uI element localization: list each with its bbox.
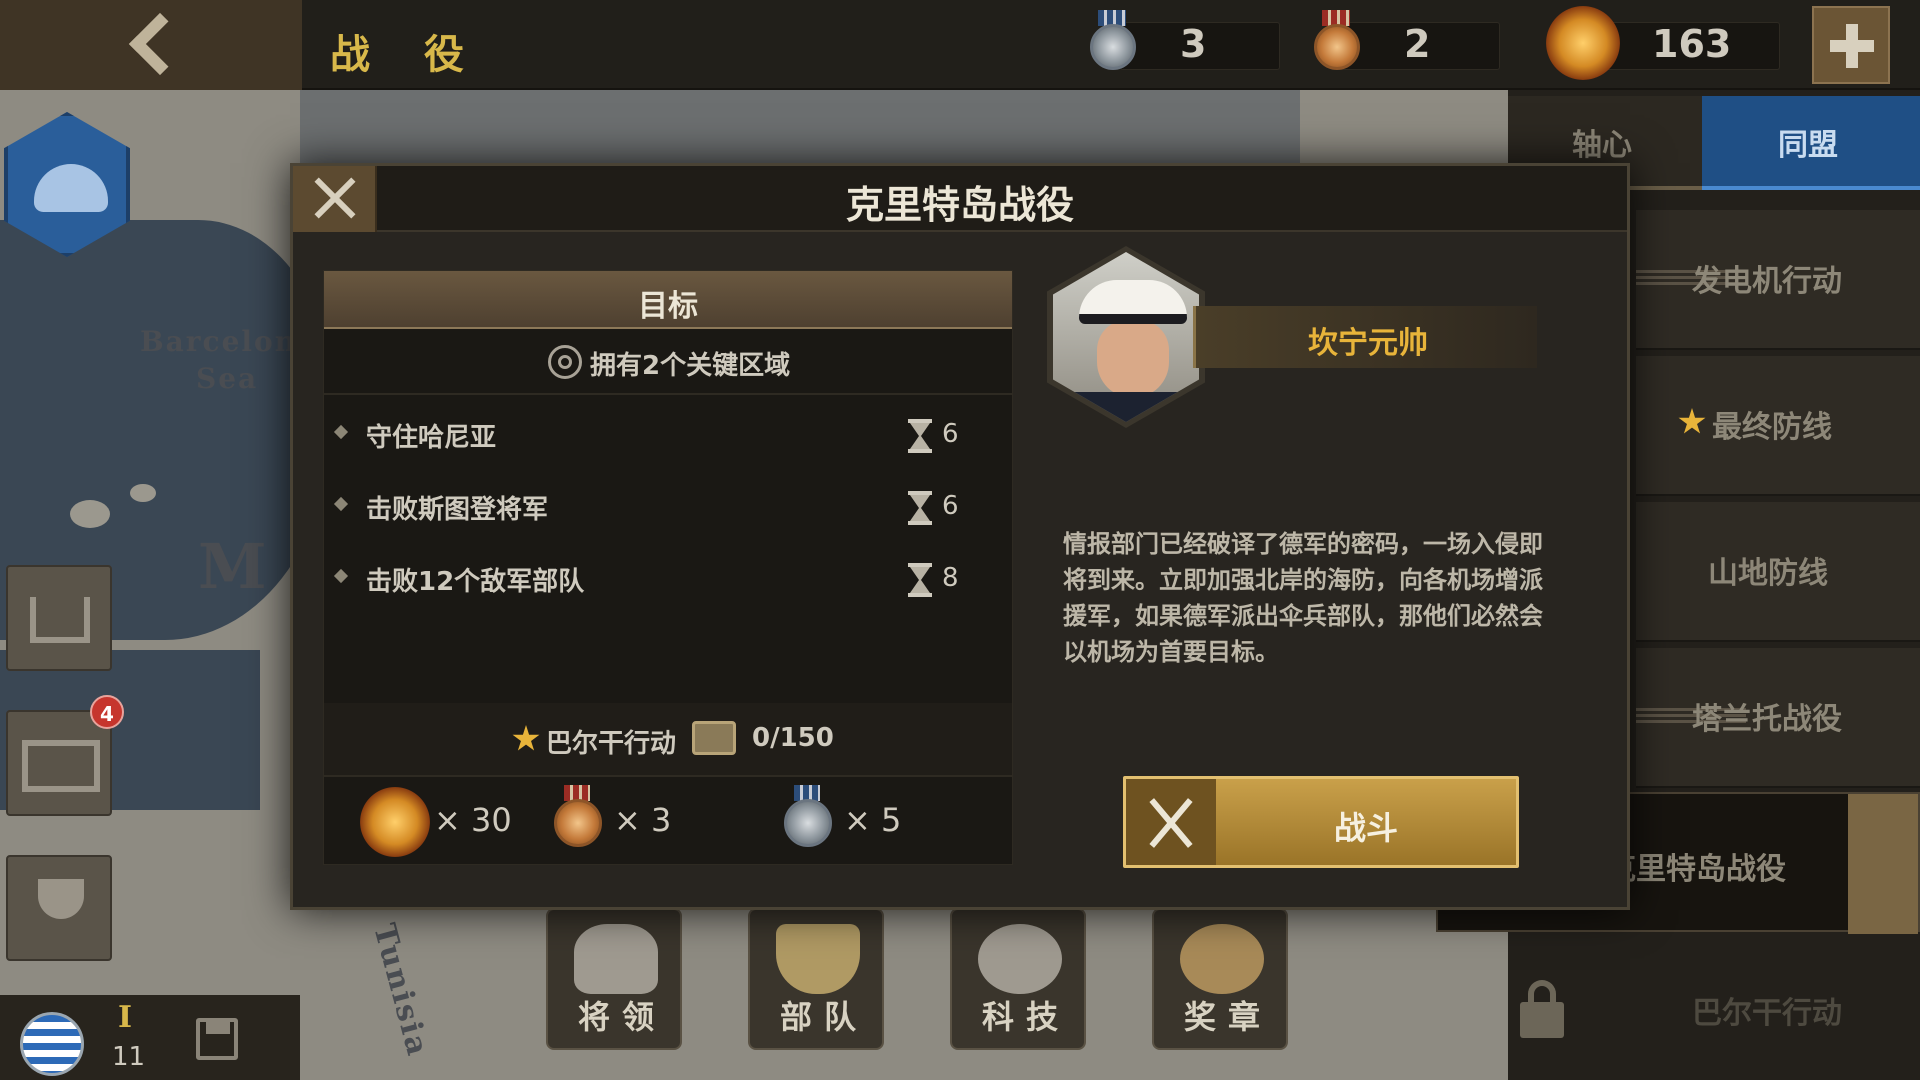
objective-turns: 6 <box>942 419 959 449</box>
commander-name: 坎宁元帅 <box>1308 326 1428 361</box>
unlock-campaign-label: 巴尔干行动 <box>546 729 677 759</box>
objective-row: 守住哈尼亚 6 <box>324 399 1012 471</box>
share-button[interactable] <box>6 565 112 671</box>
medal-icon <box>1180 924 1264 994</box>
chevron-left-icon <box>128 12 192 76</box>
campaign-item-label: 发电机行动 <box>1692 264 1842 299</box>
nav-medals-label: 奖章 <box>1183 998 1272 1036</box>
tab-allies[interactable]: 同盟 <box>1702 96 1920 190</box>
campaign-detail-modal: 克里特岛战役 目标 拥有2个关键区域 守住哈尼亚 6 击败斯图登将军 6 击败1… <box>290 163 1630 910</box>
lock-icon <box>1520 980 1564 1038</box>
nav-medals-button[interactable]: 奖章 <box>1152 908 1288 1050</box>
officer-cap-icon <box>574 924 658 994</box>
nav-generals-label: 将领 <box>577 998 666 1036</box>
objective-turns: 6 <box>942 491 959 521</box>
unlock-requirement: 巴尔干行动 0/150 <box>324 703 1012 777</box>
hourglass-icon <box>906 563 934 597</box>
video-button[interactable] <box>6 710 112 816</box>
unlock-progress: 0/150 <box>752 723 834 753</box>
save-icon[interactable] <box>196 1018 238 1060</box>
fight-button-label: 战斗 <box>1333 809 1398 847</box>
share-icon <box>30 597 90 643</box>
map-label-sea: Sea <box>196 362 259 395</box>
nav-troops-label: 部队 <box>779 998 868 1036</box>
reward-bronze-value: × 3 <box>614 801 672 839</box>
page-title: 战 役 <box>330 32 484 78</box>
tab-axis-label: 轴心 <box>1572 128 1632 163</box>
campaign-item-balkans[interactable]: 巴尔干行动 <box>1636 940 1920 1080</box>
objective-label: 守住哈尼亚 <box>366 423 497 453</box>
objective-row: 击败斯图登将军 6 <box>324 471 1012 543</box>
modal-title: 克里特岛战役 <box>845 183 1074 227</box>
primary-objective: 拥有2个关键区域 <box>324 333 1012 395</box>
bronze-medal-icon <box>1314 24 1360 70</box>
bullet-icon <box>333 568 349 584</box>
campaign-item-label: 最终防线 <box>1712 410 1832 445</box>
campaign-item-label: 山地防线 <box>1708 556 1828 591</box>
fight-button[interactable]: 战斗 <box>1123 776 1519 868</box>
campaign-item-label: 塔兰托战役 <box>1692 702 1842 737</box>
campaign-item-last-stand[interactable]: 最终防线 <box>1636 356 1920 496</box>
greece-flag-icon <box>20 1012 84 1076</box>
gold-count: 163 <box>1652 22 1732 66</box>
objective-label: 击败斯图登将军 <box>366 495 549 525</box>
bronze-medal-icon <box>554 799 602 847</box>
hourglass-icon <box>906 419 934 453</box>
objective-turns: 8 <box>942 563 959 593</box>
campaign-item-label: 克里特岛战役 <box>1606 852 1786 887</box>
officer-cap-icon <box>1079 280 1187 324</box>
close-button[interactable] <box>293 166 377 232</box>
reward-silver-value: × 5 <box>844 801 902 839</box>
crossed-swords-icon <box>1848 794 1918 934</box>
campaign-item-mountain-line[interactable]: 山地防线 <box>1636 502 1920 642</box>
gold-sun-icon <box>1546 6 1620 80</box>
commander-portrait <box>1047 246 1205 428</box>
trophy-icon <box>38 879 84 919</box>
gear-wrench-icon <box>978 924 1062 994</box>
add-resource-button[interactable] <box>1812 6 1890 84</box>
trophy-button[interactable] <box>6 855 112 961</box>
objectives-title: 目标 <box>638 289 698 324</box>
silver-medal-icon <box>1090 24 1136 70</box>
objectives-panel: 目标 拥有2个关键区域 守住哈尼亚 6 击败斯图登将军 6 击败12个敌军部队 … <box>323 270 1013 865</box>
star-icon <box>512 725 540 751</box>
objective-label: 击败12个敌军部队 <box>366 567 585 597</box>
campaign-item-label: 巴尔干行动 <box>1692 996 1842 1031</box>
crossed-rifles-icon <box>1126 779 1216 865</box>
map-label-tunisia: Tunisia <box>366 920 436 1061</box>
hourglass-icon <box>906 491 934 525</box>
nav-generals-button[interactable]: 将领 <box>546 908 682 1050</box>
primary-objective-label: 拥有2个关键区域 <box>590 351 791 381</box>
target-icon <box>548 345 582 379</box>
campaign-item-dynamo[interactable]: 发电机行动 <box>1636 210 1920 350</box>
rank-value: I <box>118 1000 133 1035</box>
turn-count: 11 <box>112 1042 146 1072</box>
rewards-row: × 30 × 3 × 5 <box>324 779 1012 864</box>
video-notification-badge: 4 <box>90 695 124 729</box>
star-icon <box>1678 408 1706 434</box>
campaign-item-taranto[interactable]: 塔兰托战役 <box>1636 648 1920 788</box>
tab-allies-label: 同盟 <box>1778 128 1838 163</box>
silver-medal-count: 3 <box>1180 22 1207 66</box>
bronze-medal-count: 2 <box>1404 22 1431 66</box>
mission-briefing: 情报部门已经破译了德军的密码，一场入侵即将到来。立即加强北岸的海防，向各机场增派… <box>1063 530 1543 666</box>
shield-star-icon <box>776 924 860 994</box>
commander-name-bar: 坎宁元帅 <box>1193 306 1537 368</box>
map-label-m: M <box>198 530 269 603</box>
officer-cap-icon <box>34 164 108 212</box>
reward-gold-value: × 30 <box>434 801 512 839</box>
objective-row: 击败12个敌军部队 8 <box>324 543 1012 615</box>
silver-medal-icon <box>784 799 832 847</box>
gold-sun-icon <box>360 787 430 857</box>
bullet-icon <box>333 496 349 512</box>
back-button[interactable] <box>0 0 302 90</box>
nav-troops-button[interactable]: 部队 <box>748 908 884 1050</box>
supply-chest-icon <box>692 721 736 755</box>
nav-tech-button[interactable]: 科技 <box>950 908 1086 1050</box>
film-icon <box>22 740 100 792</box>
nav-tech-label: 科技 <box>981 998 1070 1036</box>
bullet-icon <box>333 424 349 440</box>
